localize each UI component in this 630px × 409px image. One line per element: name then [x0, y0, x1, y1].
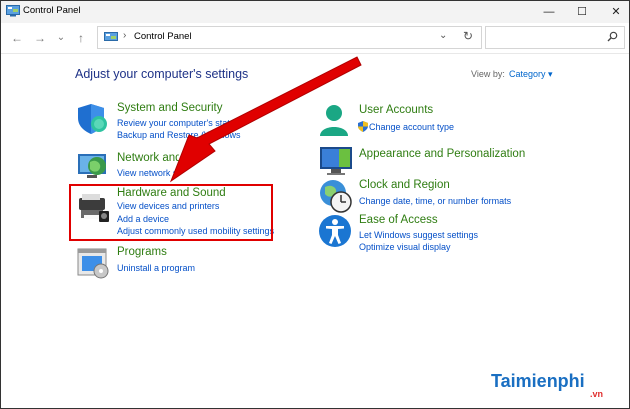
navigation-bar: ← → ⌄ ↑ › Control Panel ⌄ ↻ [1, 23, 629, 54]
refresh-button[interactable]: ↻ [463, 29, 473, 43]
maximize-button[interactable]: ☐ [564, 1, 600, 23]
category-title[interactable]: Programs [117, 246, 167, 258]
title-bar: Control Panel — ☐ ✕ [1, 1, 629, 23]
category-ease-of-access: Ease of Access Let Windows suggest setti… [319, 214, 519, 254]
up-button[interactable]: ↑ [72, 29, 90, 47]
link-uninstall-program[interactable]: Uninstall a program [117, 263, 195, 273]
clock-globe-icon[interactable] [319, 179, 353, 213]
watermark-brand: Taimienphi [491, 371, 585, 391]
category-clock-and-region: Clock and Region Change date, time, or n… [319, 179, 519, 213]
uac-shield-icon [358, 121, 368, 132]
link-change-date-time[interactable]: Change date, time, or number formats [359, 196, 511, 206]
address-dropdown-button[interactable]: ⌄ [439, 30, 447, 41]
control-panel-icon [104, 32, 118, 41]
programs-icon[interactable] [77, 246, 111, 280]
recent-locations-button[interactable]: ⌄ [52, 29, 70, 47]
accessibility-icon[interactable] [319, 214, 353, 248]
back-button[interactable]: ← [8, 29, 26, 47]
address-bar[interactable]: › Control Panel ⌄ ↻ [97, 26, 482, 49]
user-icon[interactable] [319, 104, 353, 138]
category-title[interactable]: User Accounts [359, 104, 433, 116]
category-title[interactable]: Clock and Region [359, 179, 450, 191]
page-title: Adjust your computer's settings [75, 67, 249, 81]
watermark-logo: Taimienphi .vn [491, 371, 603, 399]
category-system-and-security: System and Security Review your computer… [77, 102, 277, 147]
watermark-tld: .vn [590, 389, 604, 399]
category-title[interactable]: Network and Internet [117, 152, 179, 164]
breadcrumb-control-panel[interactable]: Control Panel [134, 31, 192, 42]
category-user-accounts: User Accounts Change account type [319, 104, 519, 138]
window-title: Control Panel [23, 5, 81, 16]
chevron-right-icon: › [123, 30, 127, 41]
link-optimize-visual-display[interactable]: Optimize visual display [359, 242, 451, 252]
control-panel-window: Control Panel — ☐ ✕ ← → ⌄ ↑ › Control Pa… [0, 0, 630, 409]
link-change-account-type[interactable]: Change account type [369, 122, 454, 132]
network-globe-icon[interactable] [77, 149, 111, 183]
search-box[interactable] [485, 26, 625, 49]
shield-icon[interactable] [77, 102, 111, 136]
category-title[interactable]: System and Security [117, 102, 222, 114]
category-programs: Programs Uninstall a program [77, 246, 227, 280]
view-by-label: View by: [471, 69, 505, 79]
forward-button[interactable]: → [31, 29, 49, 47]
category-appearance-personalization: Appearance and Personalization [319, 144, 549, 175]
annotation-highlight-box [69, 184, 273, 241]
category-title[interactable]: Appearance and Personalization [359, 148, 525, 160]
minimize-button[interactable]: — [531, 1, 567, 23]
link-review-status[interactable]: Review your computer's status [117, 118, 239, 128]
link-let-windows-suggest[interactable]: Let Windows suggest settings [359, 230, 478, 240]
close-button[interactable]: ✕ [598, 1, 630, 23]
control-panel-icon [6, 5, 20, 17]
category-title[interactable]: Ease of Access [359, 214, 438, 226]
link-backup-restore[interactable]: Backup and Restore (Windows [117, 130, 241, 140]
monitor-icon[interactable] [319, 144, 353, 178]
link-view-network-status[interactable]: View network status [117, 168, 177, 178]
category-network-and-internet: Network and Internet View network status [77, 149, 187, 181]
view-by-dropdown[interactable]: Category ▾ [509, 69, 553, 80]
search-icon[interactable] [607, 31, 618, 42]
